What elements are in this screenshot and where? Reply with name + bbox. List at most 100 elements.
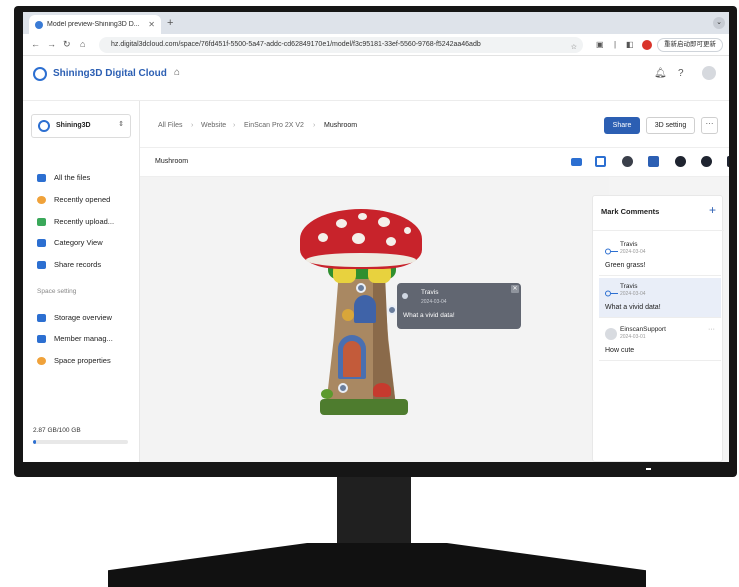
brand-name: Shining3D Digital Cloud xyxy=(53,68,167,79)
sidebar-item-storage-overview[interactable]: Storage overview xyxy=(37,313,112,322)
forward-icon[interactable]: → xyxy=(47,39,56,50)
comment-toggle-icon[interactable] xyxy=(571,158,582,166)
browser-update-button[interactable]: 重新启动即可更新 xyxy=(657,38,723,52)
new-tab-button[interactable]: + xyxy=(167,17,173,29)
sidebar-item-category-view[interactable]: Category View xyxy=(37,238,103,247)
sidebar-item-label: Recently opened xyxy=(54,195,111,204)
tab-close-icon[interactable]: ✕ xyxy=(148,20,155,29)
reset-view-icon[interactable] xyxy=(701,156,712,167)
model-cap-spot xyxy=(378,217,390,227)
sidebar-item-recently-opened[interactable]: Recently opened xyxy=(37,195,110,204)
comment-author: Travis xyxy=(620,283,638,290)
model-flower xyxy=(342,309,354,321)
shining3d-logo-icon xyxy=(605,285,618,297)
comments-title: Mark Comments xyxy=(601,207,660,216)
info-icon xyxy=(37,356,46,365)
user-avatar[interactable] xyxy=(702,66,716,80)
model-arch-window xyxy=(354,295,376,323)
help-circle-icon[interactable] xyxy=(675,156,686,167)
grid-icon xyxy=(37,238,46,247)
model-cap-spot xyxy=(336,219,347,228)
storage-usage-text: 2.87 GB/100 GB xyxy=(33,427,81,434)
annotation-hotspot[interactable] xyxy=(338,383,348,393)
sidebar-item-space-properties[interactable]: Space properties xyxy=(37,356,111,365)
breadcrumb-website[interactable]: Website xyxy=(201,122,226,129)
address-url: hz.digital3dcloud.com/space/76fd451f-550… xyxy=(111,41,481,48)
render-mode-icon[interactable] xyxy=(622,156,633,167)
sidebar-item-label: Share records xyxy=(54,260,102,269)
3d-setting-button[interactable]: 3D setting xyxy=(646,117,695,134)
app-header: Shining3D Digital Cloud ⌂ 🔔︎ ? xyxy=(23,56,729,101)
sidebar-item-label: Storage overview xyxy=(54,313,112,322)
3d-viewport[interactable]: Travis 2024-03-04 What a vivid data! ✕ xyxy=(140,177,609,462)
annotation-hotspot[interactable] xyxy=(387,305,397,315)
fullscreen-icon[interactable] xyxy=(727,156,729,167)
fit-view-icon[interactable] xyxy=(595,156,606,167)
browser-tab-strip: Model preview-Shining3D D... ✕ + ⌄ xyxy=(23,12,729,34)
model-cap-spot xyxy=(352,233,365,244)
breadcrumb-all-files[interactable]: All Files xyxy=(158,122,183,129)
space-name: Shining3D xyxy=(56,122,91,129)
monitor-stand-neck xyxy=(337,477,411,543)
home-icon[interactable]: ⌂ xyxy=(80,39,85,50)
sidebar-item-label: Recently upload... xyxy=(54,217,115,226)
reload-icon[interactable]: ↻ xyxy=(63,39,71,50)
breadcrumb-separator-icon: › xyxy=(313,122,316,129)
tooltip-close-icon[interactable]: ✕ xyxy=(511,285,519,293)
space-selector[interactable]: Shining3D ⇕ xyxy=(31,114,131,138)
model-base xyxy=(320,399,408,415)
monitor-photo: Model preview-Shining3D D... ✕ + ⌄ ← → ↻… xyxy=(0,0,739,587)
more-actions-button[interactable]: ··· xyxy=(701,117,718,134)
model-toolbar: Mushroom xyxy=(140,147,729,177)
add-comment-button[interactable]: + xyxy=(709,203,716,217)
comment-item-active[interactable]: Travis 2024-03-04 What a vivid data! xyxy=(599,278,721,318)
profile-avatar-icon[interactable] xyxy=(642,40,652,50)
breadcrumb-separator-icon: › xyxy=(191,122,194,129)
sidebar-item-share-records[interactable]: Share records xyxy=(37,260,101,269)
annotation-tooltip: Travis 2024-03-04 What a vivid data! ✕ xyxy=(397,283,521,329)
bookmark-star-icon[interactable]: ☆ xyxy=(571,40,577,53)
breadcrumb-bar: All Files › Website › EinScan Pro 2X V2 … xyxy=(140,101,729,147)
sidebar-item-all-files[interactable]: All the files xyxy=(37,173,90,182)
notification-bell-icon[interactable]: 🔔︎ xyxy=(654,68,667,79)
breadcrumb-einscan[interactable]: EinScan Pro 2X V2 xyxy=(244,122,304,129)
breadcrumb-current: Mushroom xyxy=(324,122,358,129)
folder-icon xyxy=(37,173,46,182)
comment-author: Travis xyxy=(620,241,638,248)
reading-list-icon[interactable]: | xyxy=(614,40,616,50)
sidebar-item-member-management[interactable]: Member manag... xyxy=(37,334,113,343)
comment-item[interactable]: Travis 2024-03-04 Green grass! xyxy=(599,236,721,276)
monitor-stand-base xyxy=(108,543,646,587)
side-panel-icon[interactable]: ◧ xyxy=(626,40,634,50)
help-icon[interactable]: ? xyxy=(678,68,684,79)
storage-usage-fill xyxy=(33,440,36,444)
user-avatar-icon xyxy=(605,328,617,340)
model-small-mushroom xyxy=(373,383,391,397)
comments-divider xyxy=(593,230,724,231)
comment-date: 2024-03-04 xyxy=(620,249,646,255)
monitor-screen: Model preview-Shining3D D... ✕ + ⌄ ← → ↻… xyxy=(23,12,729,462)
comment-author: EinscanSupport xyxy=(620,326,666,333)
space-logo-icon xyxy=(38,120,50,132)
model-cap-spot xyxy=(358,213,367,220)
model-cap-spot xyxy=(404,227,411,234)
model-cap-rim xyxy=(306,253,416,267)
clock-icon xyxy=(37,195,46,204)
address-bar[interactable]: hz.digital3dcloud.com/space/76fd451f-550… xyxy=(99,37,583,53)
home-nav-icon[interactable]: ⌂ xyxy=(174,67,180,78)
model-cap-spot xyxy=(318,233,328,242)
tooltip-author: Travis xyxy=(421,289,439,296)
browser-tab[interactable]: Model preview-Shining3D D... ✕ xyxy=(29,15,161,34)
share-button[interactable]: Share xyxy=(604,117,640,134)
comment-date: 2024-03-01 xyxy=(620,334,646,340)
back-icon[interactable]: ← xyxy=(31,39,40,50)
extensions-icon[interactable]: ▣ xyxy=(596,40,604,50)
tab-title: Model preview-Shining3D D... xyxy=(47,21,140,28)
comment-more-icon[interactable]: ··· xyxy=(708,326,715,333)
comment-item[interactable]: EinscanSupport 2024-03-01 How cute ··· xyxy=(599,321,721,361)
annotation-hotspot[interactable] xyxy=(356,283,366,293)
layers-icon[interactable] xyxy=(648,156,659,167)
sidebar-item-recently-uploaded[interactable]: Recently upload... xyxy=(37,217,114,226)
cloud-upload-icon xyxy=(37,217,46,226)
tab-search-icon[interactable]: ⌄ xyxy=(713,17,725,29)
